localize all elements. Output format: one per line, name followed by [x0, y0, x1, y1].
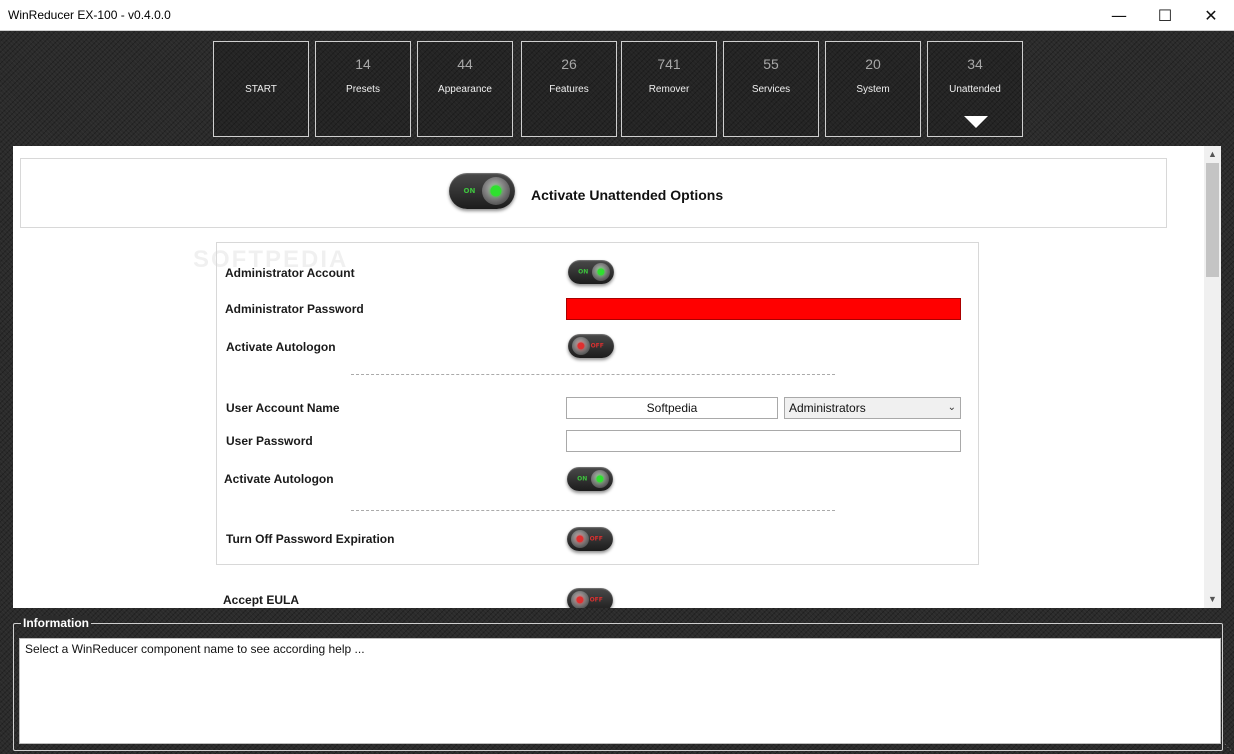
accept-eula-toggle[interactable]: OFF	[567, 588, 613, 608]
tab-count: 55	[763, 56, 779, 72]
tab-start[interactable]: START	[213, 41, 309, 137]
user-account-name-label: User Account Name	[226, 401, 340, 415]
options-panel: ON Activate Unattended Options SOFTPEDIA…	[13, 146, 1221, 608]
tab-system[interactable]: 20 System	[825, 41, 921, 137]
information-text-area: Select a WinReducer component name to se…	[19, 638, 1221, 744]
scroll-up-icon[interactable]: ▲	[1204, 146, 1221, 163]
toggle-state-text: OFF	[589, 535, 603, 543]
chevron-down-icon: ⌄	[947, 402, 956, 413]
resize-grip-icon[interactable]: ⋱	[1224, 743, 1232, 752]
tab-appearance[interactable]: 44 Appearance	[417, 41, 513, 137]
toggle-state-text: ON	[463, 187, 476, 195]
information-title: Information	[21, 616, 91, 630]
tab-label: Services	[751, 84, 791, 95]
password-expiration-label: Turn Off Password Expiration	[226, 532, 395, 546]
admin-password-field[interactable]	[566, 298, 961, 320]
toggle-knob-icon	[571, 591, 589, 608]
vertical-scrollbar[interactable]: ▲ ▼	[1204, 146, 1221, 608]
tab-count: 741	[657, 56, 681, 72]
user-password-label: User Password	[226, 434, 313, 448]
tab-label: System	[856, 84, 890, 95]
toggle-knob-icon	[572, 337, 590, 355]
tab-count: 20	[865, 56, 881, 72]
tab-presets[interactable]: 14 Presets	[315, 41, 411, 137]
scroll-down-icon[interactable]: ▼	[1204, 591, 1221, 608]
toggle-state-text: OFF	[590, 342, 604, 350]
user-autologon-toggle[interactable]: ON	[567, 467, 613, 491]
admin-autologon-label: Activate Autologon	[226, 340, 336, 354]
tab-unattended[interactable]: 34 Unattended	[927, 41, 1023, 137]
tab-count: 26	[561, 56, 577, 72]
admin-account-label: Administrator Account	[225, 266, 355, 280]
section-divider	[351, 510, 835, 511]
toggle-knob-icon	[592, 263, 610, 281]
toggle-state-text: ON	[577, 475, 588, 483]
toggle-state-text: ON	[578, 268, 589, 276]
tab-count: 34	[967, 56, 983, 72]
user-group-selected-value: Administrators	[789, 401, 866, 415]
toggle-knob-icon	[591, 470, 609, 488]
toggle-knob-icon	[482, 177, 510, 205]
tab-count: 14	[355, 56, 371, 72]
scrollbar-thumb[interactable]	[1206, 163, 1219, 277]
user-account-name-input[interactable]: Softpedia	[566, 397, 778, 419]
password-expiration-toggle[interactable]: OFF	[567, 527, 613, 551]
tab-label: Features	[549, 84, 589, 95]
activate-unattended-label: Activate Unattended Options	[531, 187, 724, 203]
close-icon[interactable]: ✕	[1188, 0, 1234, 31]
admin-autologon-toggle[interactable]: OFF	[568, 334, 614, 358]
admin-account-toggle[interactable]: ON	[568, 260, 614, 284]
title-bar: WinReducer EX-100 - v0.4.0.0 — ☐ ✕	[0, 0, 1234, 31]
information-help-text: Select a WinReducer component name to se…	[25, 642, 365, 656]
user-password-input[interactable]	[566, 430, 961, 452]
tab-services[interactable]: 55 Services	[723, 41, 819, 137]
tab-label: Appearance	[438, 84, 492, 95]
tab-remover[interactable]: 741 Remover	[621, 41, 717, 137]
accept-eula-label: Accept EULA	[223, 593, 300, 607]
tab-count: 44	[457, 56, 473, 72]
tab-label: Presets	[346, 84, 380, 95]
activate-section: ON Activate Unattended Options	[20, 158, 1167, 228]
activate-unattended-toggle[interactable]: ON	[449, 173, 515, 209]
selected-arrow-icon	[964, 116, 988, 128]
window-title: WinReducer EX-100 - v0.4.0.0	[8, 8, 171, 22]
user-group-select[interactable]: Administrators ⌄	[784, 397, 961, 419]
admin-password-label: Administrator Password	[225, 302, 364, 316]
minimize-icon[interactable]: —	[1096, 0, 1142, 31]
tab-label: Unattended	[949, 84, 1001, 95]
tab-features[interactable]: 26 Features	[521, 41, 617, 137]
toggle-state-text: OFF	[589, 596, 603, 604]
tab-label: Remover	[648, 84, 690, 95]
user-autologon-label: Activate Autologon	[224, 472, 334, 486]
toggle-knob-icon	[571, 530, 589, 548]
section-divider	[351, 374, 835, 375]
maximize-icon[interactable]: ☐	[1142, 0, 1188, 31]
tab-label: START	[245, 84, 277, 95]
